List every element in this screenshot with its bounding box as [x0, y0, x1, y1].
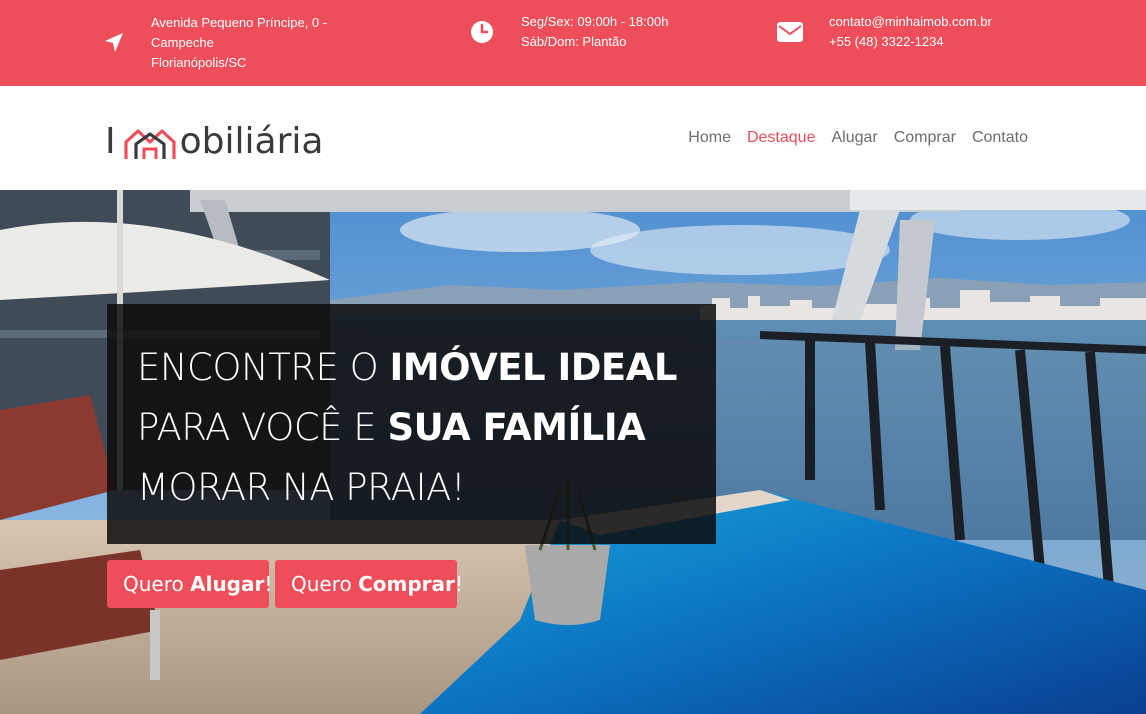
- hero-banner: ENCONTRE O IMÓVEL IDEAL PARA VOCÊ E SUA …: [0, 190, 1146, 714]
- site-header: I obiliária Home Destaque Alugar Comprar…: [0, 86, 1146, 190]
- nav-alugar[interactable]: Alugar: [831, 128, 877, 148]
- want-rent-button[interactable]: Quero Alugar!: [107, 560, 273, 608]
- hours-weekend: Sáb/Dom: Plantão: [521, 34, 627, 49]
- site-logo[interactable]: I obiliária: [105, 120, 323, 164]
- rent-prefix: Quero: [123, 572, 191, 596]
- hours-weekdays: Seg/Sex: 09:00h - 18:00h: [521, 14, 669, 29]
- rent-suffix: !: [264, 572, 273, 596]
- headline-line-2: PARA VOCÊ E SUA FAMÍLIA: [137, 398, 677, 458]
- headline-3-light: MORAR NA PRAIA!: [137, 466, 466, 509]
- buy-bold: Comprar: [358, 572, 455, 596]
- top-info-bar: Avenida Pequeno Príncipe, 0 - Campeche F…: [0, 0, 1146, 86]
- address-line-3: Florianópolis/SC: [151, 55, 247, 70]
- logo-text-first: I: [105, 121, 116, 162]
- headline-2-bold: SUA FAMÍLIA: [387, 406, 646, 449]
- location-arrow-icon: [100, 29, 128, 57]
- nav-home[interactable]: Home: [688, 128, 731, 148]
- headline-1-light: ENCONTRE O: [137, 346, 390, 389]
- hero-headline: ENCONTRE O IMÓVEL IDEAL PARA VOCÊ E SUA …: [137, 338, 677, 518]
- headline-line-3: MORAR NA PRAIA!: [137, 458, 677, 518]
- contact-text: contato@minhaimob.com.br +55 (48) 3322-1…: [829, 12, 992, 52]
- nav-comprar[interactable]: Comprar: [894, 128, 956, 148]
- clock-icon: [468, 18, 496, 46]
- headline-2-light: PARA VOCÊ E: [137, 406, 388, 449]
- want-buy-button[interactable]: Quero Comprar!: [275, 560, 463, 608]
- headline-box: ENCONTRE O IMÓVEL IDEAL PARA VOCÊ E SUA …: [107, 304, 716, 544]
- contact-info: contato@minhaimob.com.br +55 (48) 3322-1…: [776, 0, 992, 75]
- buy-prefix: Quero: [291, 572, 359, 596]
- address-info: Avenida Pequeno Príncipe, 0 - Campeche F…: [100, 0, 361, 86]
- address-line-2: Campeche: [151, 35, 214, 50]
- rent-bold: Alugar: [190, 572, 265, 596]
- hours-info: Seg/Sex: 09:00h - 18:00h Sáb/Dom: Plantã…: [468, 0, 668, 75]
- address-text: Avenida Pequeno Príncipe, 0 - Campeche F…: [151, 13, 361, 73]
- headline-line-1: ENCONTRE O IMÓVEL IDEAL: [137, 338, 677, 398]
- buy-suffix: !: [454, 572, 463, 596]
- hours-text: Seg/Sex: 09:00h - 18:00h Sáb/Dom: Plantã…: [521, 12, 668, 52]
- nav-destaque[interactable]: Destaque: [747, 128, 816, 148]
- headline-1-bold: IMÓVEL IDEAL: [389, 346, 678, 389]
- nav-contato[interactable]: Contato: [972, 128, 1028, 148]
- envelope-icon: [776, 18, 804, 46]
- logo-text-rest: obiliária: [179, 121, 324, 162]
- address-line-1: Avenida Pequeno Príncipe, 0 -: [151, 15, 328, 30]
- contact-phone[interactable]: +55 (48) 3322-1234: [829, 32, 992, 52]
- contact-email[interactable]: contato@minhaimob.com.br: [829, 12, 992, 32]
- main-nav: Home Destaque Alugar Comprar Contato: [672, 128, 1028, 148]
- house-logo-icon: [124, 129, 176, 159]
